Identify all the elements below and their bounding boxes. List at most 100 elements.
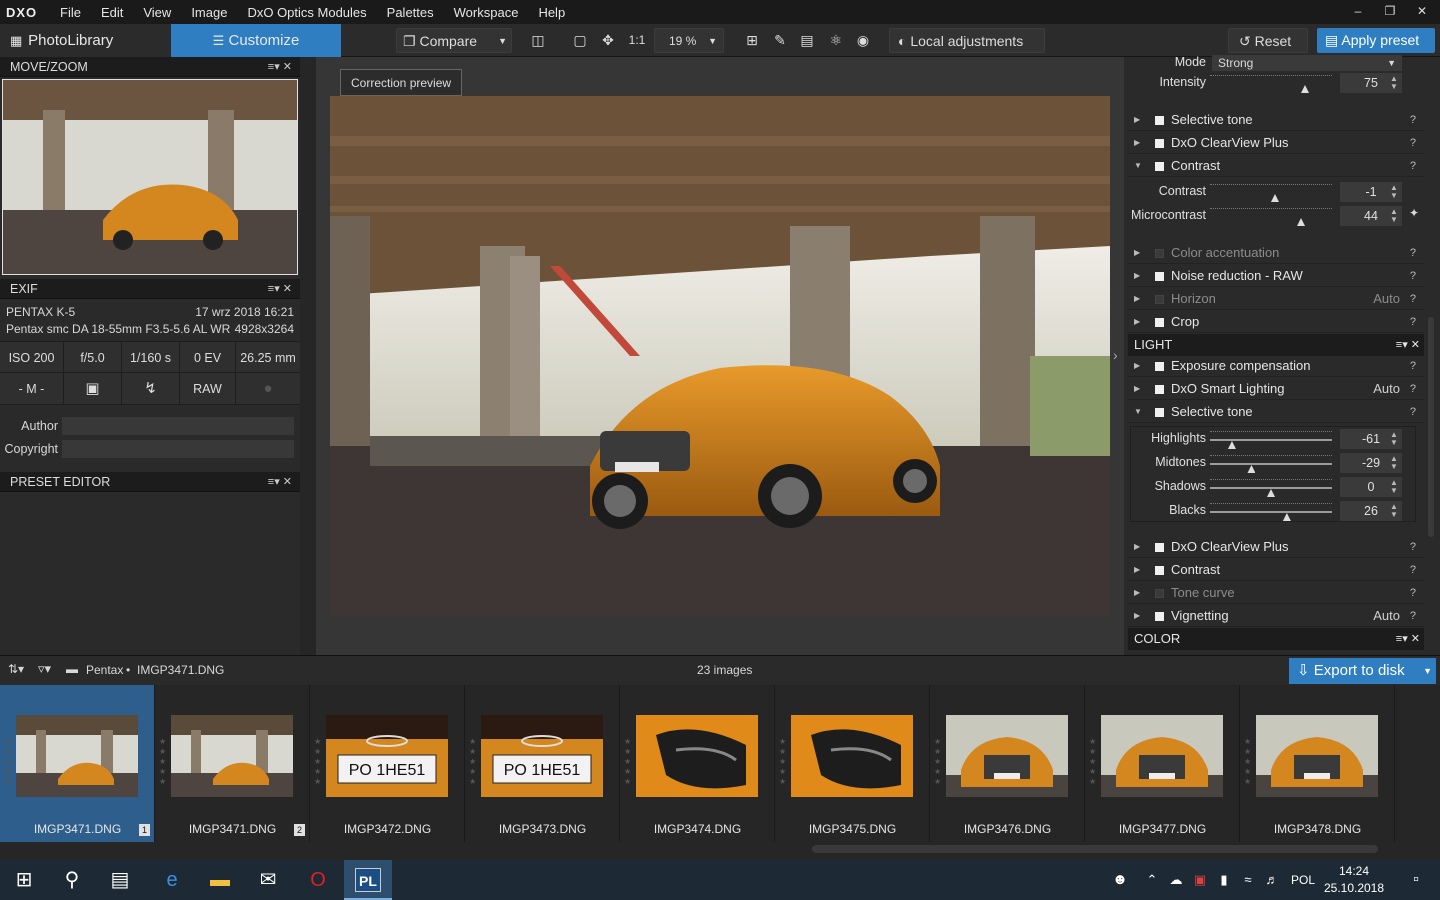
palette-item[interactable]: ▶ Contrast? xyxy=(1128,559,1424,581)
right-scrollbar[interactable] xyxy=(1428,317,1434,537)
rating-stars[interactable]: ★ ★ ★ ★ ★ xyxy=(4,737,12,787)
chevron-down-icon[interactable]: ▼ xyxy=(1423,658,1432,684)
palette-item[interactable]: ▶ Tone curve? xyxy=(1128,582,1424,604)
help-icon[interactable]: ? xyxy=(1410,242,1416,264)
enable-checkbox[interactable] xyxy=(1155,272,1164,281)
expand-right-icon[interactable]: ▶ xyxy=(1134,242,1140,264)
panel-menu-icon[interactable]: ≡▾ ✕ xyxy=(1396,334,1420,356)
eyedropper-icon[interactable]: ✎ xyxy=(770,28,790,53)
enable-checkbox[interactable] xyxy=(1155,589,1164,598)
expand-right-icon[interactable]: ▶ xyxy=(1134,109,1140,131)
help-icon[interactable]: ? xyxy=(1410,265,1416,287)
minimize-icon[interactable]: – xyxy=(1343,0,1373,24)
slider-thumb[interactable] xyxy=(1267,489,1275,497)
palette-item[interactable]: ▶ Vignetting Auto? xyxy=(1128,605,1424,627)
help-icon[interactable]: ? xyxy=(1410,132,1416,154)
search-icon[interactable]: ⚲ xyxy=(48,860,96,900)
filmstrip-thumbnail[interactable]: ★ ★ ★ ★ ★ PO 1HE51 IMGP3473.DNG xyxy=(465,685,620,842)
expand-right-icon[interactable]: ▶ xyxy=(1134,265,1140,287)
slider-track[interactable] xyxy=(1210,511,1332,513)
tone-slider[interactable]: Blacks 26 ▲ ▼ xyxy=(1128,499,1424,523)
spinner-icon[interactable]: ▲ ▼ xyxy=(1390,208,1398,224)
language-indicator[interactable]: POL xyxy=(1288,860,1318,900)
export-to-disk-button[interactable]: ⇩ Export to disk ▼ xyxy=(1289,658,1436,684)
correction-preview-button[interactable]: Correction preview xyxy=(340,69,463,96)
close-icon[interactable]: ✕ xyxy=(1407,0,1437,24)
crop-icon[interactable]: ⊞ xyxy=(742,28,762,53)
enable-checkbox[interactable] xyxy=(1155,612,1164,621)
author-field[interactable] xyxy=(62,417,294,435)
panel-menu-icon[interactable]: ≡▾ ✕ xyxy=(1396,628,1420,650)
panel-menu-icon[interactable]: ≡▾ ✕ xyxy=(268,472,292,492)
help-icon[interactable]: ? xyxy=(1410,378,1416,400)
expand-right-icon[interactable]: ▶ xyxy=(1134,559,1140,581)
filmstrip-thumbnail[interactable]: ★ ★ ★ ★ ★ PO 1HE51 IMGP3472.DNG xyxy=(310,685,465,842)
navigator-preview[interactable] xyxy=(2,79,298,275)
panel-menu-icon[interactable]: ≡▾ ✕ xyxy=(268,57,292,77)
filmstrip-thumbnail[interactable]: ★ ★ ★ ★ ★ IMGP3477.DNG xyxy=(1085,685,1240,842)
filmstrip-thumbnail[interactable]: ★ ★ ★ ★ ★ IMGP3474.DNG xyxy=(620,685,775,842)
palette-item[interactable]: ▶ Color accentuation? xyxy=(1128,242,1424,264)
spinner-icon[interactable]: ▲ ▼ xyxy=(1390,455,1398,471)
microcontrast-thumb[interactable] xyxy=(1297,218,1305,226)
windows-start-icon[interactable]: ⊞ xyxy=(0,860,48,900)
filmstrip-thumbnail[interactable]: ★ ★ ★ ★ ★ IMGP3471.DNG 1 xyxy=(0,685,155,842)
help-icon[interactable]: ? xyxy=(1410,155,1416,177)
filter-icon[interactable]: ▿▾ xyxy=(38,661,51,677)
help-icon[interactable]: ? xyxy=(1410,605,1416,627)
expand-right-icon[interactable]: ▶ xyxy=(1134,288,1140,310)
expand-right-icon[interactable]: ▶ xyxy=(1134,378,1140,400)
rating-stars[interactable]: ★ ★ ★ ★ ★ xyxy=(1244,737,1252,787)
menu-image[interactable]: Image xyxy=(191,5,239,20)
expand-down-icon[interactable]: ▼ xyxy=(1134,155,1142,177)
palette-item[interactable]: ▼ Contrast? xyxy=(1128,155,1424,177)
tone-slider[interactable]: Shadows 0 ▲ ▼ xyxy=(1128,475,1424,499)
contrast-thumb[interactable] xyxy=(1271,194,1279,202)
help-icon[interactable]: ? xyxy=(1410,536,1416,558)
mail-icon[interactable]: ✉ xyxy=(244,860,292,900)
expand-right-icon[interactable]: ▶ xyxy=(1134,355,1140,377)
expand-right-icon[interactable]: ▶ xyxy=(1134,536,1140,558)
contrast-slider[interactable]: Contrast -1 ▲ ▼ xyxy=(1128,180,1424,204)
light-section-header[interactable]: LIGHT ≡▾ ✕ xyxy=(1128,334,1424,356)
slider-track[interactable] xyxy=(1210,439,1332,441)
eye-icon[interactable]: ◉ xyxy=(852,28,874,53)
antivirus-icon[interactable]: ▣ xyxy=(1188,860,1212,900)
compare-button[interactable]: ❐ Compare ▼ xyxy=(396,28,512,53)
file-explorer-icon[interactable]: ▬ xyxy=(196,860,244,900)
task-view-icon[interactable]: ▤ xyxy=(96,860,144,900)
tone-slider[interactable]: Midtones -29 ▲ ▼ xyxy=(1128,451,1424,475)
onedrive-icon[interactable]: ☁ xyxy=(1164,860,1188,900)
filmstrip-thumbnail[interactable]: ★ ★ ★ ★ ★ IMGP3475.DNG xyxy=(775,685,930,842)
tab-customize[interactable]: ☰ Customize xyxy=(171,24,341,57)
horizon-icon[interactable]: ▤ xyxy=(796,28,818,53)
intensity-thumb[interactable] xyxy=(1301,85,1309,93)
help-icon[interactable]: ? xyxy=(1410,109,1416,131)
volume-icon[interactable]: ♬ xyxy=(1260,860,1284,900)
clock[interactable]: 14:24 25.10.2018 xyxy=(1322,863,1386,897)
palette-item[interactable]: ▶ Crop? xyxy=(1128,311,1424,333)
menu-view[interactable]: View xyxy=(143,5,183,20)
rating-stars[interactable]: ★ ★ ★ ★ ★ xyxy=(624,737,632,787)
enable-checkbox[interactable] xyxy=(1155,295,1164,304)
slider-track[interactable] xyxy=(1210,487,1332,489)
help-icon[interactable]: ? xyxy=(1410,401,1416,423)
spinner-icon[interactable]: ▲ ▼ xyxy=(1390,184,1398,200)
apply-preset-button[interactable]: ▤ Apply preset xyxy=(1317,28,1435,53)
help-icon[interactable]: ? xyxy=(1410,559,1416,581)
battery-icon[interactable]: ▮ xyxy=(1212,860,1236,900)
tone-slider[interactable]: Highlights -61 ▲ ▼ xyxy=(1128,427,1424,451)
enable-checkbox[interactable] xyxy=(1155,362,1164,371)
filmstrip-thumbnail[interactable]: ★ ★ ★ ★ ★ IMGP3471.DNG 2 xyxy=(155,685,310,842)
enable-checkbox[interactable] xyxy=(1155,139,1164,148)
filmstrip-scrollbar[interactable] xyxy=(812,845,1378,853)
sort-icon[interactable]: ⇅▾ xyxy=(8,662,24,676)
move-icon[interactable]: ✥ xyxy=(598,28,618,53)
menu-edit[interactable]: Edit xyxy=(101,5,135,20)
help-icon[interactable]: ? xyxy=(1410,311,1416,333)
palette-item[interactable]: ▶ Noise reduction - RAW? xyxy=(1128,265,1424,287)
collapse-right-icon[interactable]: › xyxy=(1113,347,1118,363)
chevron-down-icon[interactable]: ▼ xyxy=(498,29,507,54)
expand-right-icon[interactable]: ▶ xyxy=(1134,132,1140,154)
magic-wand-icon[interactable]: ✦ xyxy=(1409,206,1419,220)
